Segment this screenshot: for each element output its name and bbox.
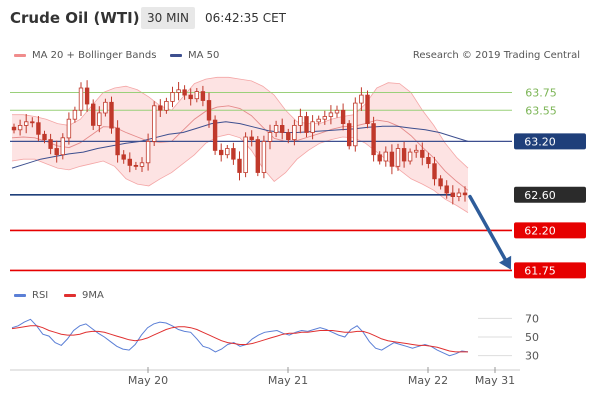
candle-body	[54, 148, 59, 156]
candle-body	[231, 148, 236, 160]
date-label: May 31	[475, 374, 515, 387]
rsi-line	[11, 318, 469, 357]
candle-body	[359, 94, 364, 104]
candle-body	[334, 109, 340, 114]
candle-body	[97, 112, 102, 126]
candle-body	[145, 140, 151, 164]
candle-body	[292, 125, 297, 141]
date-label: May 20	[128, 374, 168, 387]
legend-rsi-label: RSI	[32, 290, 49, 301]
candle-body	[383, 151, 388, 162]
level-label-resistance: 63.75	[525, 86, 557, 99]
candle-body	[60, 137, 65, 156]
rsi-tick-label: 50	[525, 331, 539, 344]
candle-body	[218, 149, 224, 156]
candle-body	[395, 148, 401, 167]
candle-body	[176, 89, 181, 93]
candle-body	[279, 125, 285, 133]
level-label-pivot: 63.20	[524, 135, 556, 148]
candle-body	[115, 127, 120, 156]
candle-body	[11, 126, 17, 131]
ma9-swatch	[64, 293, 76, 297]
candle-body	[377, 154, 382, 162]
candle-body	[121, 154, 126, 160]
rsi-tick-label: 30	[525, 350, 539, 363]
level-label-support: 62.20	[524, 224, 556, 237]
candle-body	[328, 112, 334, 117]
candle-body	[432, 163, 437, 180]
candle-body	[310, 121, 315, 133]
candle-body	[91, 103, 96, 126]
level-label-resistance: 63.55	[525, 104, 557, 117]
candle-body	[164, 101, 169, 111]
candle-body	[182, 89, 187, 96]
candle-body	[273, 125, 279, 133]
legend-9ma-label: 9MA	[82, 290, 104, 301]
candle-body	[340, 109, 346, 125]
candle-body	[78, 87, 84, 111]
candle-body	[17, 125, 23, 131]
candle-body	[72, 109, 78, 120]
candle-body	[353, 102, 358, 147]
candle-body	[23, 121, 29, 126]
candle-body	[66, 118, 72, 139]
candle-body	[255, 139, 260, 173]
candle-body	[212, 119, 218, 151]
candle-body	[407, 151, 413, 162]
candle-body	[438, 178, 443, 187]
candle-body	[30, 121, 35, 124]
candle-body	[298, 116, 303, 126]
date-label: May 21	[268, 374, 308, 387]
candle-body	[127, 158, 132, 166]
candle-body	[188, 94, 193, 100]
price-chart: 63.75 63.55 63.20 62.60 62.20 61.75 70 50 30 May …	[10, 76, 586, 387]
candle-body	[450, 192, 455, 197]
candle-body	[158, 105, 163, 111]
rsi-tick-label: 70	[525, 312, 539, 325]
candle-body	[243, 136, 248, 173]
candle-body	[322, 116, 327, 120]
candle-body	[426, 156, 431, 164]
date-label: May 22	[408, 374, 448, 387]
candle-body	[267, 132, 273, 142]
rsi-legend: RSI 9MA	[0, 290, 590, 304]
candle-body	[444, 185, 449, 194]
candle-body	[225, 148, 230, 156]
candle-body	[304, 116, 309, 133]
candle-body	[206, 100, 212, 121]
candle-body	[170, 92, 175, 102]
candle-body	[420, 149, 425, 158]
candle-body	[237, 158, 242, 173]
candle-body	[456, 192, 462, 197]
candle-body	[462, 192, 468, 196]
rsi-swatch	[14, 293, 26, 297]
candle-body	[346, 123, 352, 147]
candle-body	[48, 139, 53, 149]
candle-body	[139, 162, 145, 167]
candle-body	[261, 140, 267, 173]
legend-rsi: RSI	[14, 290, 48, 301]
candle-body	[109, 101, 114, 129]
legend-9ma: 9MA	[64, 290, 104, 301]
candle-body	[249, 136, 254, 141]
candle-body	[194, 91, 199, 100]
candle-body	[389, 151, 395, 167]
rsi-ma-line	[11, 325, 468, 353]
candle-body	[103, 101, 108, 114]
candle-body	[413, 149, 419, 153]
candle-body	[286, 132, 291, 140]
candle-body	[200, 91, 206, 101]
candle-body	[133, 164, 139, 167]
level-label-support: 61.75	[524, 264, 556, 277]
candle-body	[316, 118, 321, 123]
candle-body	[365, 94, 370, 124]
candle-body	[151, 105, 157, 142]
candle-body	[42, 133, 47, 141]
level-label-last: 62.60	[524, 189, 556, 202]
candle-body	[84, 87, 90, 105]
candle-body	[36, 122, 41, 135]
candle-body	[401, 148, 407, 162]
candle-body	[371, 123, 376, 156]
